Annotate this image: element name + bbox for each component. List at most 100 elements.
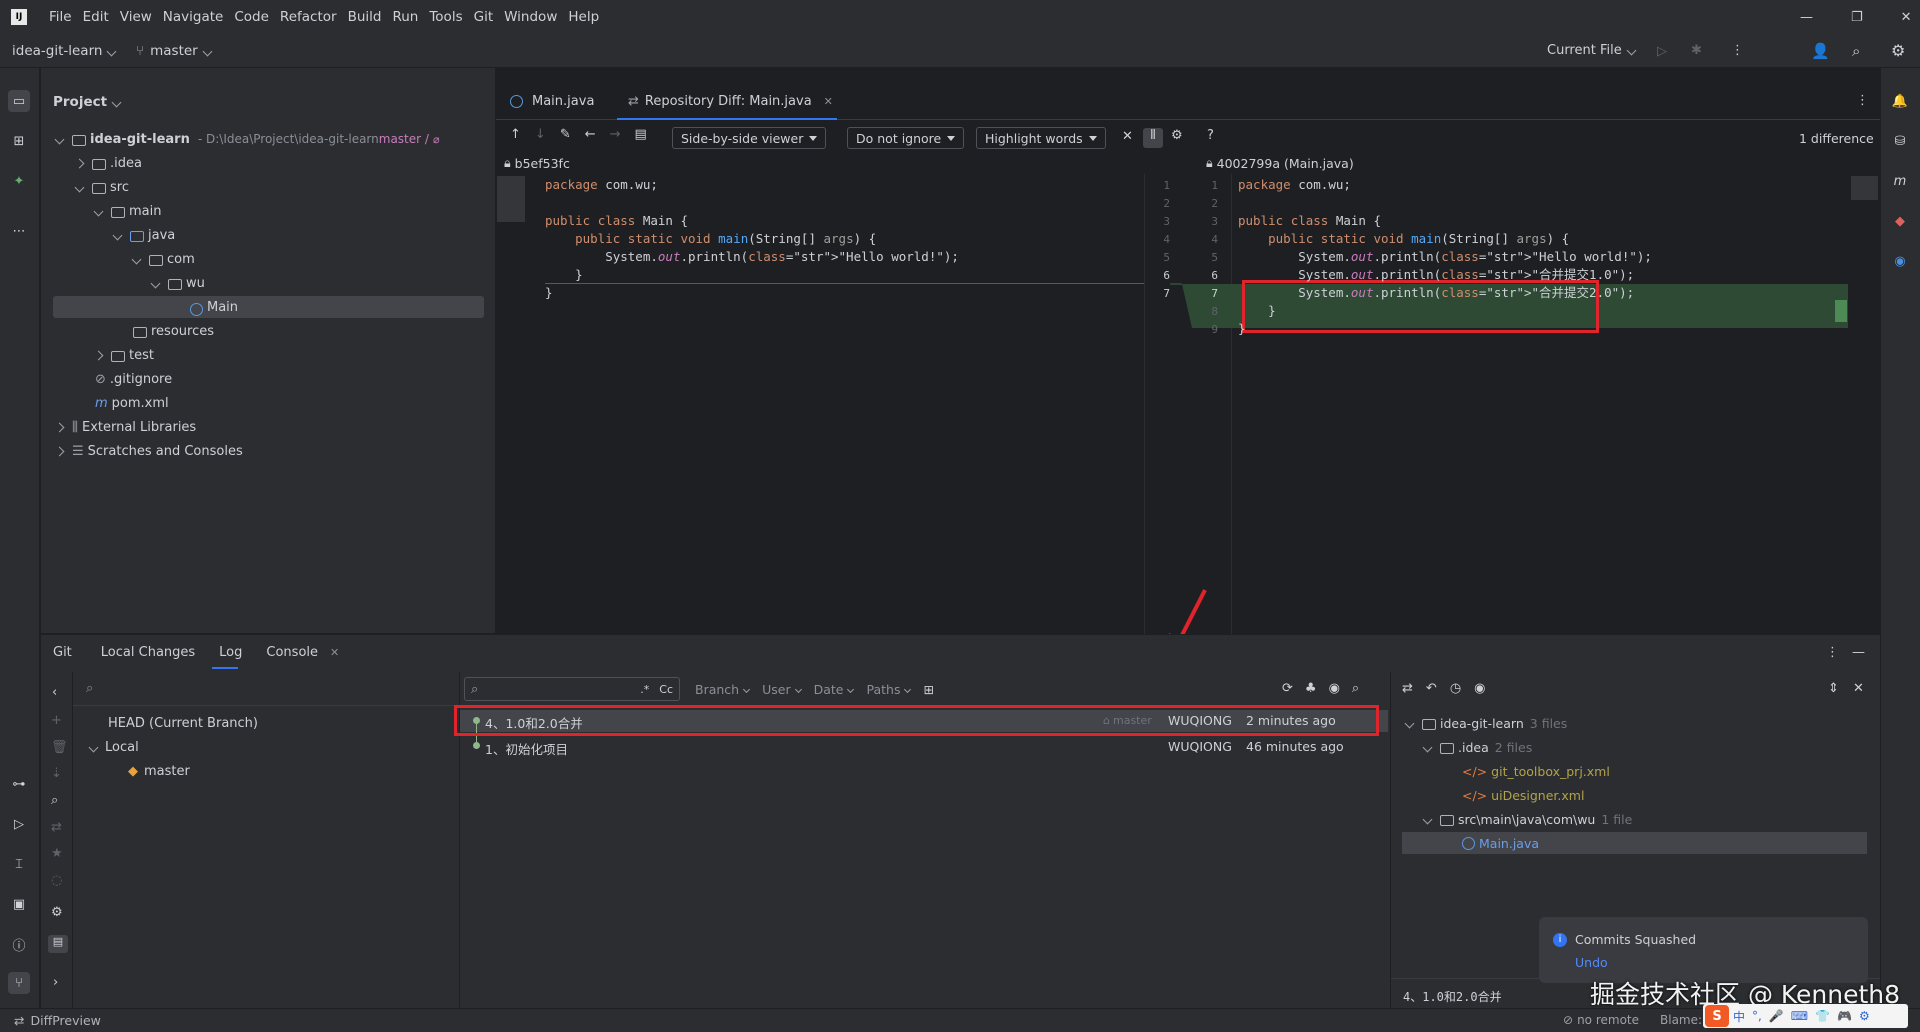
tree-item-test[interactable]: test [93, 345, 154, 365]
local-branches-node[interactable]: Local [88, 740, 139, 755]
tree-item-main[interactable]: main [93, 201, 161, 221]
run-config-selector[interactable]: Current File [1547, 43, 1637, 58]
tree-item-resources[interactable]: resources [133, 321, 214, 341]
refresh-icon[interactable]: ⟳ [1282, 681, 1293, 696]
sync-scroll-icon[interactable]: ⫴ [1143, 128, 1163, 148]
plugin-icon[interactable]: ◆ [1889, 210, 1911, 232]
status-diff-preview[interactable]: ⇄ DiffPreview [14, 1013, 101, 1028]
project-selector[interactable]: idea-git-learn [12, 43, 117, 59]
group-icon[interactable]: ◌ [51, 873, 62, 888]
tab-repository-diff[interactable]: ⇄ Repository Diff: Main.java ✕ [628, 94, 833, 109]
ime-button[interactable]: ⌨ [1791, 1009, 1808, 1023]
expand-all-icon[interactable]: ⇕ [1828, 681, 1839, 696]
branch-settings-icon[interactable]: ⚙ [51, 905, 63, 920]
tree-item-pom[interactable]: m pom.xml [95, 393, 169, 413]
services-tool-icon[interactable]: ▷ [8, 813, 30, 835]
master-branch[interactable]: ◆ master [128, 764, 190, 779]
tree-item-main-class[interactable]: Main [190, 297, 238, 317]
forward-icon[interactable]: → [610, 127, 621, 142]
menu-run[interactable]: Run [392, 9, 418, 25]
date-filter[interactable]: Date [814, 682, 855, 697]
ime-button[interactable]: °, [1752, 1009, 1762, 1023]
regex-toggle[interactable]: .* [640, 683, 649, 696]
build-tool-icon[interactable]: ⌶ [8, 853, 30, 875]
diff-settings-icon[interactable]: ⚙ [1171, 128, 1183, 143]
search-branch-icon[interactable]: ⌕ [51, 793, 58, 808]
add-branch-icon[interactable]: + [51, 713, 62, 728]
branch-selector[interactable]: ⑂ master [136, 43, 213, 59]
tree-item-external-libraries[interactable]: ⫼ External Libraries [54, 417, 196, 437]
next-diff-icon[interactable]: ↓ [535, 127, 546, 142]
git-toolbox-icon[interactable]: ✦ [8, 170, 30, 192]
menu-help[interactable]: Help [568, 9, 599, 25]
user-filter[interactable]: User [762, 682, 802, 697]
fetch-icon[interactable]: ⇣ [51, 766, 62, 781]
commit-tool-icon[interactable]: ⊶ [8, 773, 30, 795]
changed-file[interactable]: </> git_toolbox_prj.xml [1462, 761, 1610, 781]
menu-file[interactable]: File [49, 9, 72, 25]
paths-filter[interactable]: Paths [866, 682, 912, 697]
tab-more-icon[interactable]: ⋮ [1856, 93, 1869, 108]
menu-window[interactable]: Window [504, 9, 557, 25]
whitespace-dropdown[interactable]: Do not ignore [847, 127, 965, 149]
close-tab-icon[interactable]: ✕ [824, 95, 833, 108]
tab-console[interactable]: Console [266, 645, 318, 660]
repo-icon[interactable]: ▤ [48, 935, 68, 953]
more-actions-icon[interactable]: ⋮ [1731, 43, 1744, 58]
expand-icon[interactable]: › [53, 975, 58, 990]
search-icon[interactable]: ⌕ [1852, 42, 1860, 60]
view-icon[interactable]: ◉ [1474, 681, 1485, 696]
debug-icon[interactable]: ✱ [1691, 43, 1702, 58]
tab-local-changes[interactable]: Local Changes [101, 645, 195, 660]
project-tool-icon[interactable]: ▭ [8, 90, 30, 112]
structure-tool-icon[interactable]: ⊞ [8, 130, 30, 152]
collapse-icon[interactable]: ✕ [1122, 129, 1133, 144]
restore-icon[interactable]: ❐ [1851, 10, 1863, 25]
ime-button[interactable]: 👕 [1815, 1009, 1830, 1023]
history-icon[interactable]: ◷ [1450, 681, 1461, 696]
compare-icon[interactable]: ▤ [635, 127, 647, 142]
menu-code[interactable]: Code [234, 9, 269, 25]
ime-button[interactable]: 🎮 [1837, 1009, 1852, 1023]
revert-icon[interactable]: ↶ [1426, 681, 1437, 696]
menu-refactor[interactable]: Refactor [280, 9, 337, 25]
highlight-dropdown[interactable]: Highlight words [976, 127, 1106, 149]
menu-git[interactable]: Git [474, 9, 494, 25]
hide-panel-icon[interactable]: — [1852, 645, 1865, 660]
show-diff-icon[interactable]: ⇄ [1402, 681, 1413, 696]
ime-button[interactable]: ⚙ [1859, 1009, 1870, 1023]
menu-edit[interactable]: Edit [83, 9, 109, 25]
menu-view[interactable]: View [120, 9, 152, 25]
tree-item-idea[interactable]: .idea [74, 153, 142, 173]
status-remote[interactable]: ⊘ no remote [1563, 1013, 1639, 1027]
log-search-input[interactable]: ⌕ .* Cc [464, 677, 680, 701]
copilot-icon[interactable]: ◉ [1889, 250, 1911, 272]
terminal-tool-icon[interactable]: ▣ [8, 893, 30, 915]
ime-button[interactable]: 中 [1733, 1008, 1745, 1025]
notifications-icon[interactable]: 🔔 [1889, 90, 1911, 112]
viewer-mode-dropdown[interactable]: Side-by-side viewer [672, 127, 827, 149]
ime-button[interactable]: 🎤 [1769, 1009, 1784, 1023]
case-toggle[interactable]: Cc [659, 683, 673, 696]
undo-link[interactable]: Undo [1575, 955, 1608, 970]
tree-item-gitignore[interactable]: ⊘ .gitignore [95, 369, 172, 389]
collapse-branches-icon[interactable]: ‹ [52, 685, 57, 700]
branch-filter[interactable]: Branch [695, 682, 751, 697]
branch-search-icon[interactable]: ⌕ [86, 681, 93, 696]
changes-idea-folder[interactable]: .idea 2 files [1422, 737, 1532, 757]
prev-diff-icon[interactable]: ↑ [510, 127, 521, 142]
cherry-pick-icon[interactable]: ♣ [1305, 681, 1317, 696]
tree-item-wu[interactable]: wu [150, 273, 205, 293]
account-icon[interactable]: 👤 [1811, 42, 1830, 60]
tree-root[interactable]: idea-git-learn - D:\Idea\Project\idea-gi… [54, 129, 440, 149]
tree-item-src[interactable]: src [74, 177, 129, 197]
changes-root[interactable]: idea-git-learn 3 files [1404, 713, 1567, 733]
collapse-all-icon[interactable]: ✕ [1853, 681, 1864, 696]
menu-build[interactable]: Build [348, 9, 382, 25]
maven-icon[interactable]: m [1889, 170, 1911, 192]
close-tab-icon[interactable]: ✕ [330, 646, 339, 659]
tab-main-java[interactable]: Main.java [510, 94, 594, 109]
sogou-logo-icon[interactable]: S [1705, 1005, 1729, 1027]
tree-item-scratches[interactable]: ☰ Scratches and Consoles [54, 441, 243, 461]
settings-icon[interactable]: ⚙ [1891, 41, 1905, 60]
